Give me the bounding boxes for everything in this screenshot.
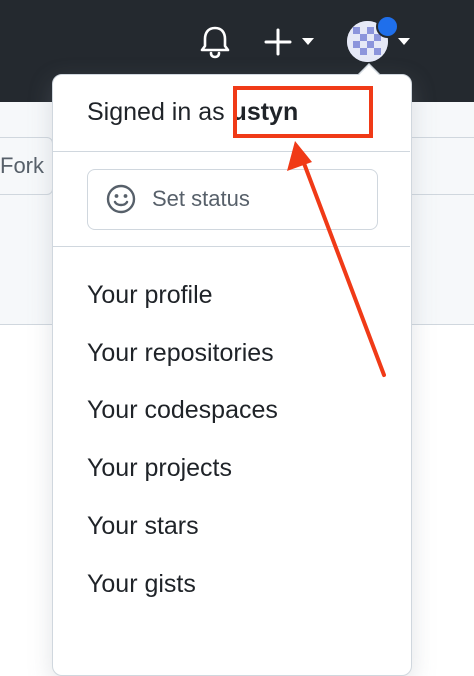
chevron-down-icon[interactable]: [302, 38, 314, 45]
set-status-label: Set status: [152, 186, 250, 211]
bell-icon[interactable]: [195, 22, 235, 62]
menu-item-your-projects[interactable]: Your projects: [87, 454, 232, 483]
smiley-icon: [106, 184, 136, 214]
menu-item-your-stars[interactable]: Your stars: [87, 512, 199, 541]
divider: [53, 151, 410, 152]
annotation-highlight-box: [233, 86, 373, 138]
plus-icon[interactable]: [262, 26, 294, 58]
repo-action-button-edge[interactable]: [410, 137, 474, 195]
menu-item-your-profile[interactable]: Your profile: [87, 281, 213, 310]
menu-item-your-gists[interactable]: Your gists: [87, 570, 196, 599]
fork-label: Fork: [0, 153, 44, 178]
notification-dot: [376, 15, 399, 38]
signed-in-prefix: Signed in as: [87, 98, 232, 126]
menu-item-your-repositories[interactable]: Your repositories: [87, 339, 274, 368]
menu-item-your-codespaces[interactable]: Your codespaces: [87, 396, 278, 425]
divider: [53, 246, 410, 247]
chevron-down-icon[interactable]: [398, 38, 410, 45]
dropdown-pointer-inner: [359, 65, 379, 75]
